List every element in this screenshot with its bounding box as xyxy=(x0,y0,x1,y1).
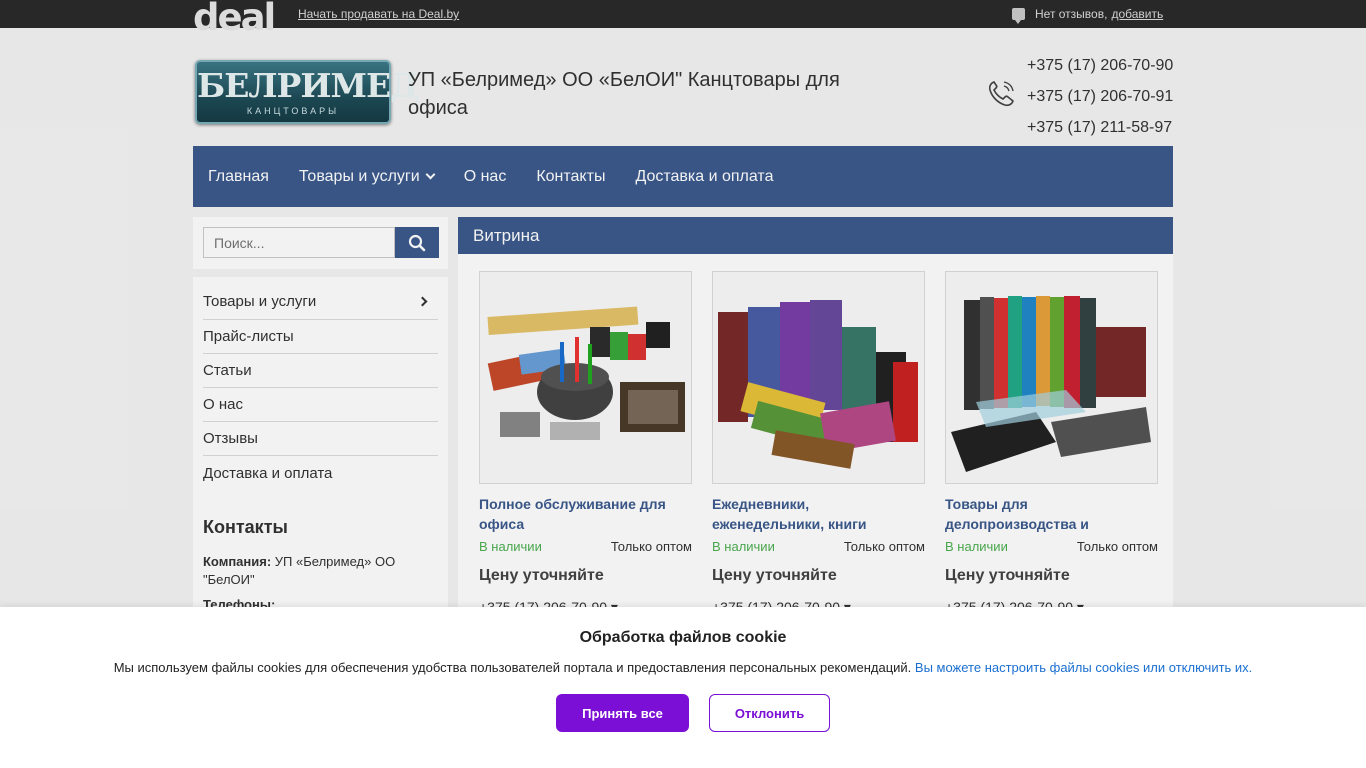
decline-button[interactable]: Отклонить xyxy=(709,694,830,732)
cookie-title: Обработка файлов cookie xyxy=(579,629,787,646)
page-dim-overlay xyxy=(0,0,1366,607)
accept-all-button[interactable]: Принять все xyxy=(556,694,689,732)
cookie-text: Мы используем файлы cookies для обеспече… xyxy=(0,660,1366,675)
cookie-description: Мы используем файлы cookies для обеспече… xyxy=(113,660,912,675)
cookie-settings-link[interactable]: Вы можете настроить файлы cookies или от… xyxy=(915,660,1252,675)
cookie-banner: Обработка файлов cookie Мы используем фа… xyxy=(0,607,1366,768)
